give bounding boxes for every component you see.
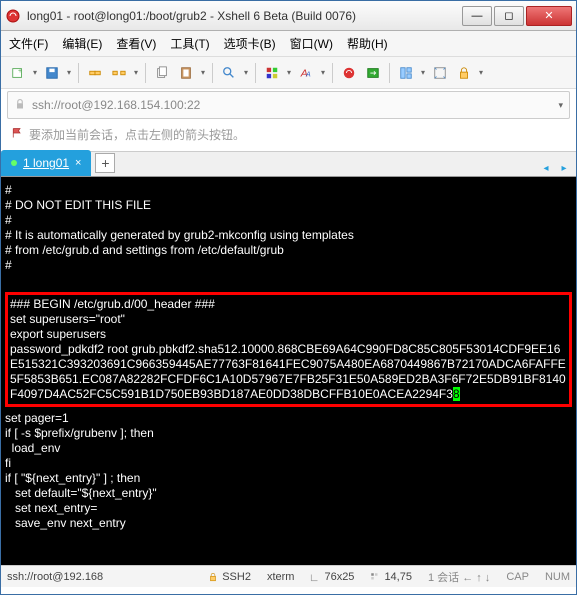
menu-file[interactable]: 文件(F)	[9, 35, 48, 52]
toolbar: + ▾ ▾ ▾ ▾ ▾ ▾ AA ▾ ▾ ▾	[1, 57, 576, 89]
font-icon[interactable]: AA	[295, 62, 317, 84]
terminal-line: # from /etc/grub.d and settings from /et…	[5, 243, 572, 258]
paste-icon[interactable]	[175, 62, 197, 84]
terminal-line: save_env next_entry	[5, 516, 572, 531]
tab-scroll-right-icon[interactable]: ▸	[556, 160, 572, 176]
menu-window[interactable]: 窗口(W)	[290, 35, 333, 52]
status-session: 1 会话 ← ↑ ↓	[428, 569, 490, 585]
terminal[interactable]: # # DO NOT EDIT THIS FILE # # It is auto…	[1, 177, 576, 565]
lock-dropdown[interactable]: ▾	[477, 62, 485, 84]
status-bar: ssh://root@192.168 SSH2 xterm 76x25 14,7…	[1, 565, 576, 587]
color-icon[interactable]	[261, 62, 283, 84]
terminal-line: # It is automatically generated by grub2…	[5, 228, 572, 243]
copy-icon[interactable]	[151, 62, 173, 84]
terminal-line: #	[5, 183, 572, 198]
flag-icon	[11, 127, 23, 142]
terminal-line: set superusers="root"	[10, 312, 567, 327]
ruler-icon	[310, 572, 320, 582]
close-button[interactable]: ✕	[526, 6, 572, 26]
terminal-line: if [ -s $prefix/grubenv ]; then	[5, 426, 572, 441]
status-term: xterm	[267, 571, 295, 583]
maximize-button[interactable]: ◻	[494, 6, 524, 26]
toolbar-separator	[389, 63, 390, 83]
terminal-line: ### BEGIN /etc/grub.d/00_header ###	[10, 297, 567, 312]
save-dropdown[interactable]: ▾	[65, 62, 73, 84]
terminal-cursor: 8	[453, 387, 460, 401]
disconnect-dropdown[interactable]: ▾	[132, 62, 140, 84]
svg-text:A: A	[305, 71, 311, 78]
paste-dropdown[interactable]: ▾	[199, 62, 207, 84]
status-address: ssh://root@192.168	[7, 571, 103, 583]
tab-scroll-left-icon[interactable]: ◂	[538, 160, 554, 176]
status-size: 76x25	[310, 571, 354, 583]
tab-strip: 1 long01 × + ◂ ▸	[1, 151, 576, 177]
xftp-icon[interactable]	[362, 62, 384, 84]
title-bar: long01 - root@long01:/boot/grub2 - Xshel…	[1, 1, 576, 31]
status-caps: CAP	[506, 571, 529, 583]
window-title: long01 - root@long01:/boot/grub2 - Xshel…	[27, 9, 460, 23]
fullscreen-icon[interactable]	[429, 62, 451, 84]
window-controls: — ◻ ✕	[460, 6, 572, 26]
terminal-line: fi	[5, 456, 572, 471]
tab-label: 1 long01	[23, 156, 69, 170]
menu-help[interactable]: 帮助(H)	[347, 35, 388, 52]
tab-scroll: ◂ ▸	[538, 160, 576, 176]
svg-text:+: +	[18, 68, 22, 75]
status-num: NUM	[545, 571, 570, 583]
lock-closed-icon	[14, 98, 26, 113]
xagent-icon[interactable]	[338, 62, 360, 84]
toolbar-separator	[212, 63, 213, 83]
layout-dropdown[interactable]: ▾	[419, 62, 427, 84]
toolbar-separator	[78, 63, 79, 83]
hint-text: 要添加当前会话，点击左侧的箭头按钮。	[29, 126, 245, 143]
session-tab[interactable]: 1 long01 ×	[1, 150, 91, 176]
status-protocol: SSH2	[208, 571, 251, 583]
layout-icon[interactable]	[395, 62, 417, 84]
search-dropdown[interactable]: ▾	[242, 62, 250, 84]
terminal-line	[5, 273, 572, 288]
menu-view[interactable]: 查看(V)	[116, 35, 156, 52]
terminal-line: password_pdkdf2 root grub.pbkdf2.sha512.…	[10, 342, 567, 402]
color-dropdown[interactable]: ▾	[285, 62, 293, 84]
status-position: 14,75	[370, 571, 412, 583]
minimize-button[interactable]: —	[462, 6, 492, 26]
font-dropdown[interactable]: ▾	[319, 62, 327, 84]
app-icon	[5, 8, 21, 24]
terminal-line: #	[5, 258, 572, 273]
status-dot-icon	[11, 160, 17, 166]
terminal-line: #	[5, 213, 572, 228]
disconnect-icon[interactable]	[108, 62, 130, 84]
hint-bar: 要添加当前会话，点击左侧的箭头按钮。	[7, 121, 570, 147]
address-text: ssh://root@192.168.154.100:22	[32, 98, 200, 112]
toolbar-separator	[145, 63, 146, 83]
highlighted-block: ### BEGIN /etc/grub.d/00_header ### set …	[5, 292, 572, 407]
new-session-dropdown[interactable]: ▾	[31, 62, 39, 84]
address-dropdown-icon[interactable]: ▾	[558, 100, 563, 111]
menu-tab[interactable]: 选项卡(B)	[224, 35, 276, 52]
lock-icon[interactable]	[453, 62, 475, 84]
search-icon[interactable]	[218, 62, 240, 84]
menu-edit[interactable]: 编辑(E)	[62, 35, 102, 52]
tab-close-icon[interactable]: ×	[75, 157, 81, 169]
new-tab-button[interactable]: +	[95, 153, 115, 173]
terminal-line: export superusers	[10, 327, 567, 342]
terminal-line: set next_entry=	[5, 501, 572, 516]
toolbar-separator	[255, 63, 256, 83]
address-bar[interactable]: ssh://root@192.168.154.100:22 ▾	[7, 91, 570, 119]
terminal-line: set pager=1	[5, 411, 572, 426]
connect-icon[interactable]	[84, 62, 106, 84]
terminal-line: # DO NOT EDIT THIS FILE	[5, 198, 572, 213]
terminal-line: if [ "${next_entry}" ] ; then	[5, 471, 572, 486]
terminal-line: load_env	[5, 441, 572, 456]
new-session-icon[interactable]: +	[7, 62, 29, 84]
save-icon[interactable]	[41, 62, 63, 84]
menu-bar: 文件(F) 编辑(E) 查看(V) 工具(T) 选项卡(B) 窗口(W) 帮助(…	[1, 31, 576, 57]
lock-icon	[208, 572, 218, 582]
menu-tools[interactable]: 工具(T)	[170, 35, 209, 52]
terminal-line: set default="${next_entry}"	[5, 486, 572, 501]
toolbar-separator	[332, 63, 333, 83]
position-icon	[370, 572, 380, 582]
